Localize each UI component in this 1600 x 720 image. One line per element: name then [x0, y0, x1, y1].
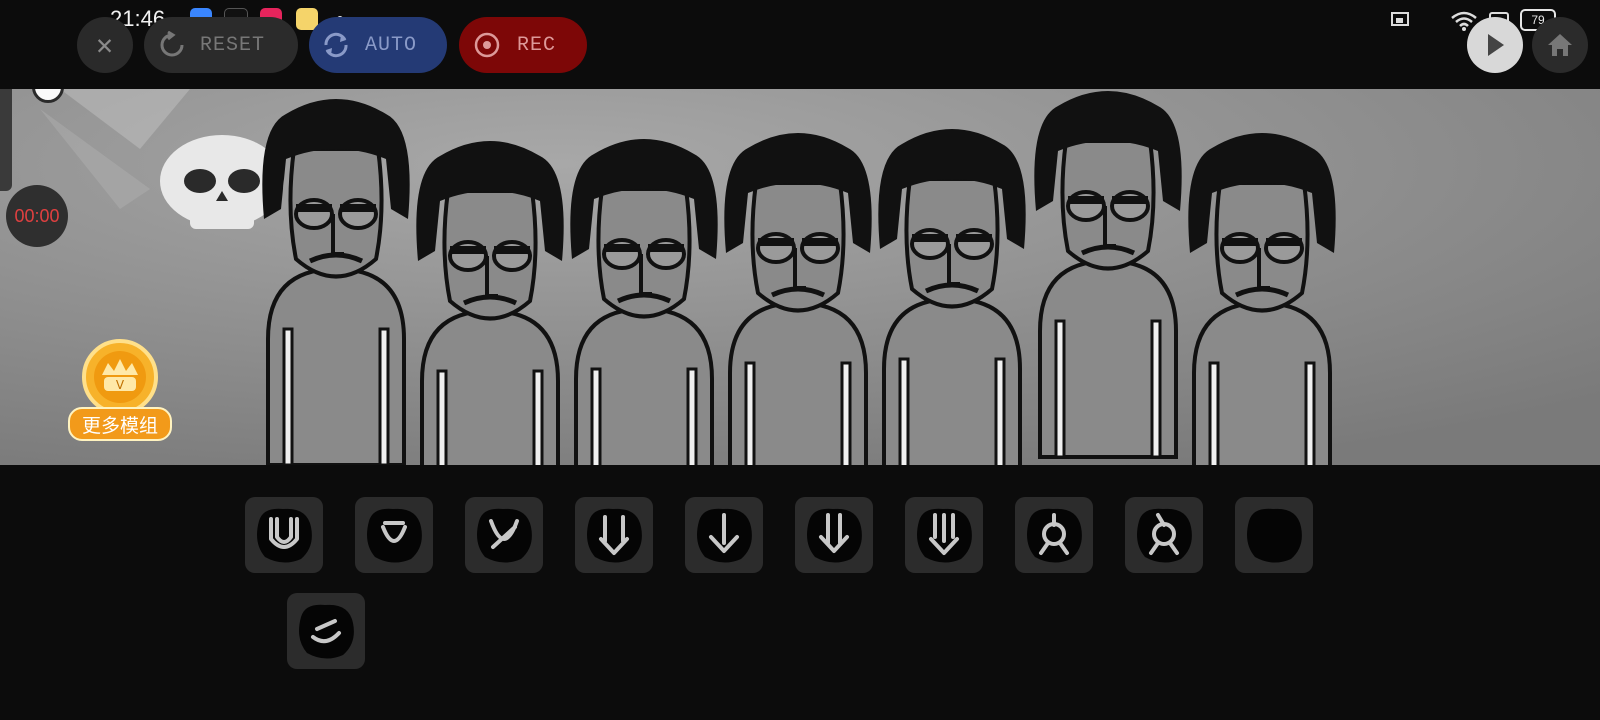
arrow-down-icon	[697, 508, 752, 563]
u-shape-icon	[257, 508, 312, 563]
circle-legs-dark-icon	[1137, 508, 1192, 563]
crown-v-coin-icon: V	[82, 339, 158, 415]
triple-arrow-down-icon	[917, 508, 972, 563]
svg-text:V: V	[116, 378, 125, 392]
u-shape-crossed-icon	[477, 508, 532, 563]
reset-label: RESET	[200, 33, 266, 57]
sound-icon-6[interactable]	[795, 497, 873, 573]
home-icon	[1548, 34, 1572, 56]
sound-icon-8[interactable]	[1015, 497, 1093, 573]
sound-icon-10[interactable]	[1235, 497, 1313, 573]
auto-button[interactable]: AUTO	[309, 17, 447, 73]
characters-layer	[262, 91, 1336, 465]
reset-icon	[160, 31, 184, 57]
sound-icon-11[interactable]	[287, 593, 365, 669]
sound-icon-5[interactable]	[685, 497, 763, 573]
auto-label: AUTO	[365, 33, 418, 57]
character-2[interactable]	[416, 141, 564, 465]
game-stage: 00:00 V 更多模组	[0, 89, 1600, 465]
blob-icon	[1247, 508, 1302, 563]
record-icon	[474, 32, 500, 58]
close-icon: ✕	[96, 31, 114, 63]
auto-refresh-icon	[324, 32, 348, 58]
play-button[interactable]	[1467, 17, 1523, 73]
close-button[interactable]: ✕	[77, 17, 133, 73]
sound-icon-4[interactable]	[575, 497, 653, 573]
sound-icon-7[interactable]	[905, 497, 983, 573]
character-7[interactable]	[1188, 133, 1336, 465]
sound-icon-9[interactable]	[1125, 497, 1203, 573]
circle-legs-icon	[1027, 508, 1082, 563]
arrow-down-flag-icon	[807, 508, 862, 563]
character-5[interactable]	[878, 129, 1026, 465]
bird-head-icon	[299, 604, 354, 659]
character-1[interactable]	[262, 99, 410, 465]
record-timer: 00:00	[6, 185, 68, 247]
u-shape-small-icon	[367, 508, 422, 563]
character-4[interactable]	[724, 133, 872, 465]
sound-icon-2[interactable]	[355, 497, 433, 573]
character-3[interactable]	[570, 139, 718, 465]
reset-button[interactable]: RESET	[144, 17, 298, 73]
more-mods-badge[interactable]: V 更多模组	[68, 333, 172, 445]
play-icon	[1488, 34, 1504, 56]
double-arrow-down-icon	[587, 508, 642, 563]
record-button[interactable]: REC	[459, 17, 587, 73]
sound-icon-1[interactable]	[245, 497, 323, 573]
character-6[interactable]	[1034, 91, 1182, 459]
rec-label: REC	[517, 33, 557, 57]
cast-icon	[1391, 12, 1409, 26]
sound-icon-3[interactable]	[465, 497, 543, 573]
side-panel-handle[interactable]	[0, 89, 12, 191]
character-row	[0, 89, 1600, 465]
home-button[interactable]	[1532, 17, 1588, 73]
more-mods-label: 更多模组	[68, 407, 172, 441]
